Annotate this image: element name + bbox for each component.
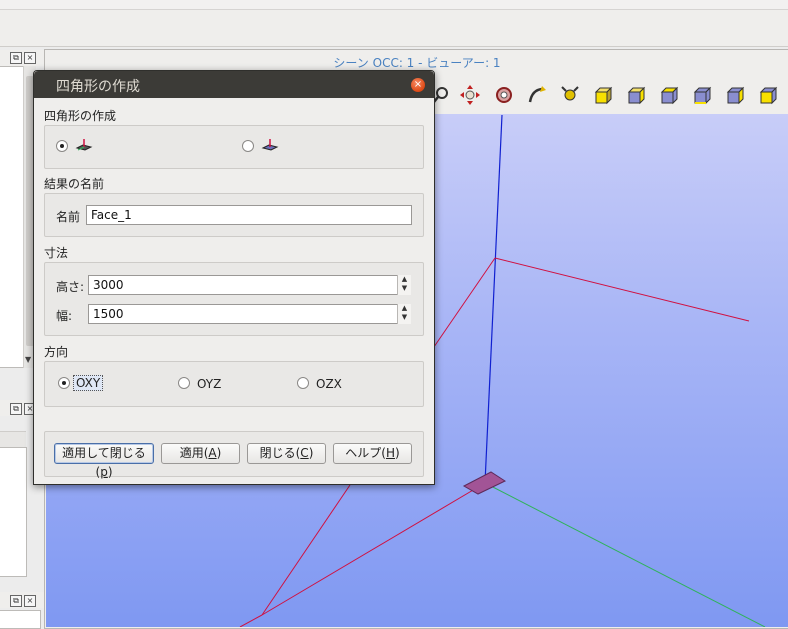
- apply-button[interactable]: 適用(A): [161, 443, 240, 464]
- pan-icon[interactable]: [459, 84, 481, 106]
- scroll-down-icon[interactable]: ▼: [25, 355, 31, 364]
- global-pan-icon[interactable]: [526, 84, 548, 106]
- button-bar: 適用して閉じる(p) 適用(A) 閉じる(C) ヘルプ(H): [44, 431, 424, 479]
- main-toolbar: [0, 10, 788, 47]
- orient-ozx-radio[interactable]: [297, 377, 309, 389]
- apply-and-close-button[interactable]: 適用して閉じる(p): [54, 443, 154, 479]
- section-type-label: 四角形の作成: [44, 109, 117, 123]
- spin-up-icon[interactable]: ▲: [398, 275, 411, 284]
- spin-down-icon[interactable]: ▼: [398, 313, 411, 322]
- height-label: 高さ:: [56, 280, 85, 294]
- orient-ozx-label: OZX: [316, 377, 342, 391]
- spin-down-icon[interactable]: ▼: [398, 284, 411, 293]
- height-input[interactable]: [88, 275, 398, 295]
- section-dims-label: 寸法: [44, 246, 69, 260]
- spin-up-icon[interactable]: ▲: [398, 304, 411, 313]
- orient-oxy-label: OXY: [76, 376, 101, 390]
- orientation-group: OXY OYZ OZX: [44, 361, 424, 407]
- construction-type-group: [44, 125, 424, 169]
- section-orient-label: 方向: [44, 345, 69, 359]
- float-panel-icon[interactable]: ⧉: [10, 52, 22, 64]
- panel-column-header: [0, 431, 26, 448]
- float-panel-icon[interactable]: ⧉: [10, 595, 22, 607]
- type-two-points-radio[interactable]: [56, 140, 68, 152]
- width-spinner[interactable]: ▲ ▼: [397, 304, 411, 324]
- rotate-icon[interactable]: [493, 84, 515, 106]
- close-panel-icon[interactable]: ×: [24, 52, 36, 64]
- result-name-group: 名前: [44, 193, 424, 237]
- create-rectangle-dialog: 四角形の作成 × 四角形の作成 結果の名前 名前 寸法 高さ: ▲ ▼ 幅: ▲…: [33, 70, 435, 485]
- orient-oyz-label: OYZ: [197, 377, 222, 391]
- rectangle-two-points-icon: [75, 139, 93, 151]
- orient-oyz-radio[interactable]: [178, 377, 190, 389]
- view-left-icon[interactable]: [724, 84, 746, 106]
- orient-oxy-radio[interactable]: [58, 377, 70, 389]
- close-icon[interactable]: ×: [411, 78, 425, 92]
- view-bottom-icon[interactable]: [691, 84, 713, 106]
- rectangle-face-icon: [261, 139, 279, 151]
- help-button[interactable]: ヘルプ(H): [333, 443, 412, 464]
- view-top-icon[interactable]: [658, 84, 680, 106]
- menu-bar: [0, 0, 788, 10]
- width-input[interactable]: [88, 304, 398, 324]
- close-button[interactable]: 閉じる(C): [247, 443, 326, 464]
- width-label: 幅:: [56, 309, 73, 323]
- height-spinner[interactable]: ▲ ▼: [397, 275, 411, 295]
- python-console-panel[interactable]: [0, 447, 27, 577]
- orient-oxy-label-box: OXY: [73, 375, 104, 391]
- type-face-radio[interactable]: [242, 140, 254, 152]
- name-input[interactable]: [86, 205, 412, 225]
- notebook-header: ⧉ ×: [0, 592, 44, 608]
- dialog-title: 四角形の作成: [56, 79, 140, 95]
- viewer-title: シーン OCC: 1 - ビューアー: 1: [333, 56, 501, 70]
- view-right-icon[interactable]: [757, 84, 779, 106]
- dialog-titlebar: 四角形の作成 ×: [34, 71, 434, 98]
- dimensions-group: 高さ: ▲ ▼ 幅: ▲ ▼: [44, 262, 424, 336]
- view-front-icon[interactable]: [592, 84, 614, 106]
- object-browser-header: ⧉ ×: [0, 50, 44, 66]
- float-panel-icon[interactable]: ⧉: [10, 403, 22, 415]
- name-label: 名前: [56, 210, 81, 224]
- view-back-icon[interactable]: [625, 84, 647, 106]
- close-panel-icon[interactable]: ×: [24, 595, 36, 607]
- notebook-panel[interactable]: [0, 610, 41, 629]
- section-result-label: 結果の名前: [44, 177, 105, 191]
- fit-all-icon[interactable]: [559, 84, 581, 106]
